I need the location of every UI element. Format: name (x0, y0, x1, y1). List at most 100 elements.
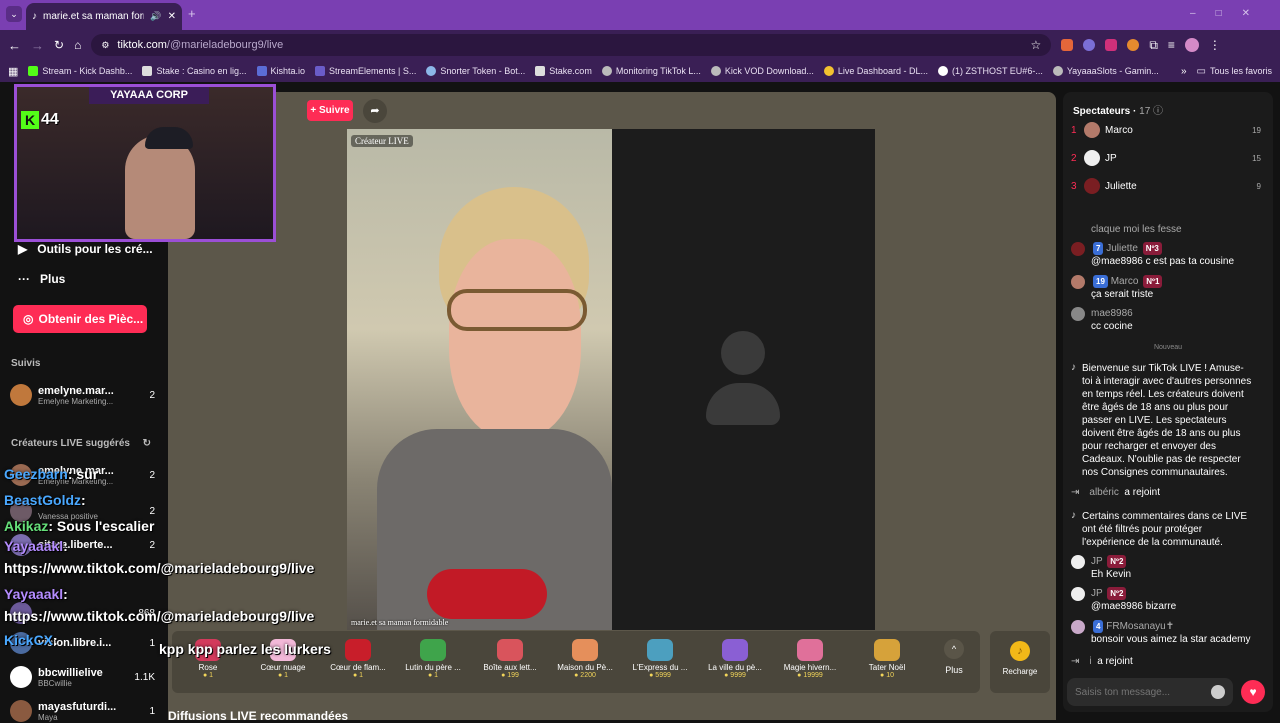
avatar (1071, 307, 1085, 321)
close-tab-icon[interactable]: ✕ (168, 11, 176, 22)
avatar (10, 666, 32, 688)
host-face (449, 239, 581, 439)
gift-item[interactable]: Magie hivern... ● 19999 (775, 639, 845, 679)
browser-tab[interactable]: ♪ marie.et sa maman formida 🔊 ✕ (26, 3, 182, 30)
suggested-title: Créateurs LIVE suggérés ↻ (11, 438, 151, 449)
back-icon[interactable]: ← (8, 38, 21, 53)
menu-kebab-icon[interactable]: ⋮ (1209, 38, 1221, 52)
maximize-icon[interactable]: □ (1216, 8, 1242, 19)
close-window-icon[interactable]: ✕ (1242, 8, 1270, 19)
gift-item[interactable]: Boîte aux lett... ● 199 (475, 639, 545, 679)
forward-icon[interactable]: → (31, 38, 44, 53)
gift-item[interactable]: Tater Noël ● 10 (852, 639, 922, 679)
audio-icon[interactable]: 🔊 (150, 11, 161, 22)
new-divider: Nouveau (1153, 344, 1183, 351)
address-bar[interactable]: ⚙ tiktok.com/@marieladebourg9/live ☆ (91, 34, 1052, 56)
folder-icon: ▭ (1196, 65, 1206, 77)
apps-grid-icon[interactable]: ▦ (8, 65, 18, 78)
bookmark-item[interactable]: Stake.com (535, 66, 592, 76)
extension-icon[interactable] (1083, 39, 1096, 51)
top-viewer-row[interactable]: 2 JP 15 (1071, 150, 1261, 166)
bookmark-item[interactable]: Kick VOD Download... (710, 66, 814, 76)
overlay-chat-line: Yayaaakl: (4, 538, 68, 554)
bookmark-star-icon[interactable]: ☆ (1031, 38, 1042, 52)
live-video-host[interactable]: Créateur LIVE marie.et sa maman formidab… (347, 129, 612, 630)
user-placeholder-icon (721, 331, 765, 375)
chat-message[interactable]: 7 Juliette Nº3 @mae8986 c est pas ta cou… (1071, 242, 1267, 268)
gift-item[interactable]: Maison du Pè... ● 2200 (550, 639, 620, 679)
user-placeholder-body (706, 383, 780, 425)
tab-menu-button[interactable]: ⌄ (6, 6, 22, 22)
chat-message: claque moi les fesse (1091, 224, 1182, 235)
gift-item[interactable]: Lutin du père ... ● 1 (398, 639, 468, 679)
suggested-item[interactable]: bbcwillielive BBCwillie 1.1K (10, 666, 155, 688)
all-favorites-folder[interactable]: ▭ Tous les favoris (1197, 66, 1272, 77)
globe-icon (710, 66, 721, 76)
avatar (1084, 178, 1100, 194)
refresh-icon[interactable]: ↻ (143, 438, 151, 449)
get-coins-button[interactable]: ◎ Obtenir des Pièc... (13, 305, 147, 333)
sidebar-item-tools[interactable]: ▶ Outils pour les cré... (18, 242, 153, 256)
new-tab-button[interactable]: + (188, 6, 196, 21)
emoji-icon[interactable] (1211, 685, 1225, 699)
bookmarks-bar: ▦ Stream - Kick Dashb... Stake : Casino … (0, 60, 1280, 82)
chat-message[interactable]: JP Nº2 @mae8986 bizarre (1071, 587, 1267, 613)
site-info-icon[interactable]: ⚙ (101, 40, 109, 51)
gift-item[interactable]: La ville du pè... ● 9999 (700, 639, 770, 679)
top-viewer-row[interactable]: 3 Juliette 9 (1071, 178, 1261, 194)
followed-title: Suivis (11, 358, 41, 369)
level-badge: 19 (1093, 275, 1108, 288)
url-path: /@marieladebourg9/live (166, 39, 284, 51)
window-controls: –□✕ (1190, 8, 1270, 19)
bookmark-item[interactable]: Kishta.io (256, 66, 305, 76)
welcome-message: ♪ Bienvenue sur TikTok LIVE ! Amuse-toi … (1071, 362, 1252, 478)
overlay-chat-line: https://www.tiktok.com/@marieladebourg9/… (4, 560, 315, 576)
extension-icon[interactable] (1105, 39, 1118, 51)
overlay-chat-line: Akikaz: Sous l'escalier (4, 518, 155, 534)
profile-avatar[interactable] (1184, 38, 1199, 52)
extension-icon[interactable] (1061, 39, 1074, 51)
chat-message[interactable]: 4 FRMosanayu✝ bonsoir vous aimez la star… (1071, 620, 1267, 646)
home-icon[interactable]: ⌂ (74, 38, 81, 52)
kishta-icon (256, 66, 267, 76)
follow-button[interactable]: + Suivre (307, 100, 353, 121)
coin-icon: ♪ (1010, 641, 1030, 661)
bookmark-item[interactable]: Stake : Casino en lig... (142, 66, 247, 76)
minimize-icon[interactable]: – (1190, 8, 1216, 19)
chat-message[interactable]: JP Nº2 Eh Kevin (1071, 555, 1267, 581)
chat-input-box[interactable] (1067, 678, 1233, 706)
gift-item[interactable]: Cœur de flam... ● 1 (323, 639, 393, 679)
gift-item[interactable]: L'Express du ... ● 5999 (625, 639, 695, 679)
top-viewer-row[interactable]: 1 Marco 19 (1071, 122, 1261, 138)
avatar (1084, 122, 1100, 138)
share-icon[interactable]: ➦ (363, 99, 387, 123)
snorter-icon (426, 66, 437, 76)
reload-icon[interactable]: ↻ (54, 38, 64, 52)
tater-gift-icon (874, 639, 900, 661)
more-bookmarks-icon[interactable]: » (1181, 66, 1187, 77)
extension-icon[interactable] (1127, 39, 1140, 51)
bookmark-item[interactable]: StreamElements | S... (315, 66, 416, 76)
chat-input[interactable] (1075, 686, 1211, 698)
chat-message[interactable]: 19 Marco Nº1 ça serait triste (1071, 275, 1267, 301)
media-icon[interactable]: ≡ (1168, 38, 1175, 52)
host-glasses (447, 289, 587, 331)
bookmark-item[interactable]: (1) ZSTHOST EU#6-... (937, 66, 1043, 76)
bookmark-item[interactable]: Stream - Kick Dashb... (28, 66, 132, 76)
bookmark-item[interactable]: Snorter Token - Bot... (426, 66, 525, 76)
followed-item[interactable]: emelyne.mar... Emelyne Marketing... 2 (10, 384, 155, 406)
bookmark-item[interactable]: Live Dashboard - DL... (823, 66, 928, 76)
chat-message[interactable]: mae8986 cc cocine (1071, 307, 1267, 333)
house-gift-icon (572, 639, 598, 661)
like-heart-button[interactable]: ♥ (1241, 680, 1265, 704)
sidebar-item-more[interactable]: ··· Plus (18, 272, 65, 286)
info-icon[interactable]: ⓘ (1153, 106, 1163, 117)
play-box-icon: ▶ (18, 242, 28, 256)
recharge-button[interactable]: ♪ Recharge (990, 631, 1050, 693)
bookmark-item[interactable]: YayaaaSlots - Gamin... (1052, 66, 1159, 76)
winter-magic-gift-icon (797, 639, 823, 661)
extensions-puzzle-icon[interactable]: ⧉ (1149, 38, 1158, 53)
gift-more-button[interactable]: ^ Plus (934, 639, 974, 675)
bookmark-item[interactable]: Monitoring TikTok L... (601, 66, 701, 76)
suggested-item[interactable]: mayasfuturdi... Maya 1 (10, 700, 155, 722)
